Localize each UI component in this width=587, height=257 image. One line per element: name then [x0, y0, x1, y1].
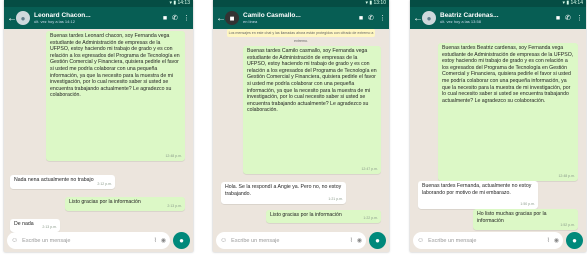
message-input[interactable]: ☺ Escribe un mensaje ⌇ ◉	[413, 232, 563, 249]
message-time: 2:13 p.m.	[167, 204, 182, 209]
avatar[interactable]: ●	[422, 11, 436, 25]
contact-info[interactable]: Camilo Casmallo... en línea	[243, 12, 354, 24]
emoji-icon[interactable]: ☺	[11, 237, 18, 244]
back-arrow-icon[interactable]: ←	[7, 13, 17, 24]
more-options-icon[interactable]: ⋮	[379, 14, 386, 22]
message-outgoing[interactable]: Listo gracias por la información 2:13 p.…	[65, 197, 185, 211]
chat-area: Buenas tardes Beatriz cardenas, soy Fern…	[410, 29, 586, 230]
input-placeholder: Escribe un mensaje	[428, 237, 477, 244]
contact-name: Beatriz Cardenas...	[440, 12, 499, 19]
message-time: 2:12 p.m.	[97, 182, 112, 187]
message-outgoing[interactable]: Listo gracias por la información 1:22 p.…	[266, 210, 381, 223]
message-incoming[interactable]: Buenas tardes Fernanda, actualmente no e…	[418, 181, 538, 209]
attach-icon[interactable]: ⌇	[350, 237, 353, 244]
chat-header: ← ■ Camilo Casmallo... en línea ■ ✆ ⋮	[213, 7, 389, 29]
back-arrow-icon[interactable]: ←	[413, 13, 423, 24]
message-incoming[interactable]: Nada nena actualmente no trabajo 2:12 p.…	[10, 175, 115, 189]
message-time: 1:50 p.m.	[520, 202, 535, 207]
message-input[interactable]: ☺ Escribe un mensaje ⌇ ◉	[7, 232, 170, 249]
message-input-bar: ☺ Escribe un mensaje ⌇ ◉ ●	[216, 232, 386, 249]
contact-status: en línea	[243, 19, 258, 24]
input-placeholder: Escribe un mensaje	[231, 237, 280, 244]
message-text: Buenas tardes Fernanda, actualmente no e…	[422, 183, 532, 196]
camera-icon[interactable]: ◉	[161, 237, 166, 244]
phone-screenshot-1: ▾ ▮ 14:13 ← ● Leonard Chacon... últ. vez…	[4, 0, 193, 252]
mic-button[interactable]: ●	[566, 232, 583, 249]
message-outgoing[interactable]: Buenas tardes Leonard chacon, soy Fernan…	[46, 31, 185, 161]
phone-call-icon[interactable]: ✆	[368, 14, 374, 22]
status-bar: ▾ ▮ 14:13	[4, 0, 193, 7]
video-call-icon[interactable]: ■	[359, 15, 363, 22]
more-options-icon[interactable]: ⋮	[183, 14, 190, 22]
phone-call-icon[interactable]: ✆	[172, 14, 178, 22]
message-input-bar: ☺ Escribe un mensaje ⌇ ◉ ●	[7, 232, 190, 249]
chat-area: Buenas tardes Leonard chacon, soy Fernan…	[4, 29, 193, 232]
status-bar: ▾ ▮ 13:10	[213, 0, 389, 7]
chat-header: ← ● Beatriz Cardenas... últ. vez hoy a l…	[410, 7, 586, 29]
message-time: 2:13 p.m.	[42, 225, 57, 230]
camera-icon[interactable]: ◉	[357, 237, 362, 244]
encryption-banner: Los mensajes en este chat y las llamadas…	[227, 29, 375, 43]
contact-status: últ. vez hoy a las 13:58	[440, 19, 481, 24]
message-text: Buenas tardes Beatriz cardenas, soy Fern…	[442, 45, 574, 104]
emoji-icon[interactable]: ☺	[220, 237, 227, 244]
input-placeholder: Escribe un mensaje	[22, 237, 71, 244]
emoji-icon[interactable]: ☺	[417, 237, 424, 244]
contact-name: Camilo Casmallo...	[243, 12, 301, 19]
message-input-bar: ☺ Escribe un mensaje ⌇ ◉ ●	[413, 232, 583, 249]
phone-screenshot-3: ▾ ▮ 14:14 ← ● Beatriz Cardenas... últ. v…	[410, 0, 586, 252]
message-outgoing[interactable]: Buenas tardes Camilo casmallo, soy Ferna…	[243, 46, 381, 174]
phone-call-icon[interactable]: ✆	[565, 14, 571, 22]
message-text: Buenas tardes Camilo casmallo, soy Ferna…	[247, 48, 377, 114]
contact-name: Leonard Chacon...	[34, 12, 91, 19]
message-time: 12:48 p.m.	[558, 174, 575, 179]
video-call-icon[interactable]: ■	[556, 15, 560, 22]
message-time: 12:47 p.m.	[361, 167, 378, 172]
message-incoming[interactable]: De nada 2:13 p.m.	[10, 219, 60, 232]
mic-button[interactable]: ●	[173, 232, 190, 249]
message-outgoing[interactable]: Ho listo muchas gracias por la informaci…	[473, 209, 578, 230]
attach-icon[interactable]: ⌇	[547, 237, 550, 244]
message-incoming[interactable]: Hola. Se la respondí a Angie ya. Pero no…	[221, 182, 346, 204]
message-text: Listo gracias por la información	[69, 199, 141, 205]
contact-status: últ. vez hoy a las 14:12	[34, 19, 75, 24]
phone-screenshot-2: ▾ ▮ 13:10 ← ■ Camilo Casmallo... en líne…	[213, 0, 389, 252]
mic-button[interactable]: ●	[369, 232, 386, 249]
camera-icon[interactable]: ◉	[554, 237, 559, 244]
back-arrow-icon[interactable]: ←	[216, 13, 226, 24]
chat-header: ← ● Leonard Chacon... últ. vez hoy a las…	[4, 7, 193, 29]
avatar[interactable]: ■	[225, 11, 239, 25]
message-text: Listo gracias por la información	[270, 212, 342, 218]
message-outgoing[interactable]: Buenas tardes Beatriz cardenas, soy Fern…	[438, 43, 578, 181]
contact-info[interactable]: Leonard Chacon... últ. vez hoy a las 14:…	[34, 12, 158, 24]
more-options-icon[interactable]: ⋮	[576, 14, 583, 22]
video-call-icon[interactable]: ■	[163, 15, 167, 22]
message-time: 1:52 p.m.	[560, 223, 575, 228]
attach-icon[interactable]: ⌇	[154, 237, 157, 244]
contact-info[interactable]: Beatriz Cardenas... últ. vez hoy a las 1…	[440, 12, 551, 24]
message-input[interactable]: ☺ Escribe un mensaje ⌇ ◉	[216, 232, 366, 249]
status-bar: ▾ ▮ 14:14	[410, 0, 586, 7]
chat-area: Buenas tardes Camilo casmallo, soy Ferna…	[213, 38, 389, 228]
message-text: Hola. Se la respondí a Angie ya. Pero no…	[225, 184, 342, 197]
avatar[interactable]: ●	[16, 11, 30, 25]
message-time: 12:48 p.m.	[165, 154, 182, 159]
message-time: 1:22 p.m.	[363, 216, 378, 221]
message-text: Buenas tardes Leonard chacon, soy Fernan…	[50, 33, 180, 99]
message-time: 1:21 p.m.	[328, 197, 343, 202]
